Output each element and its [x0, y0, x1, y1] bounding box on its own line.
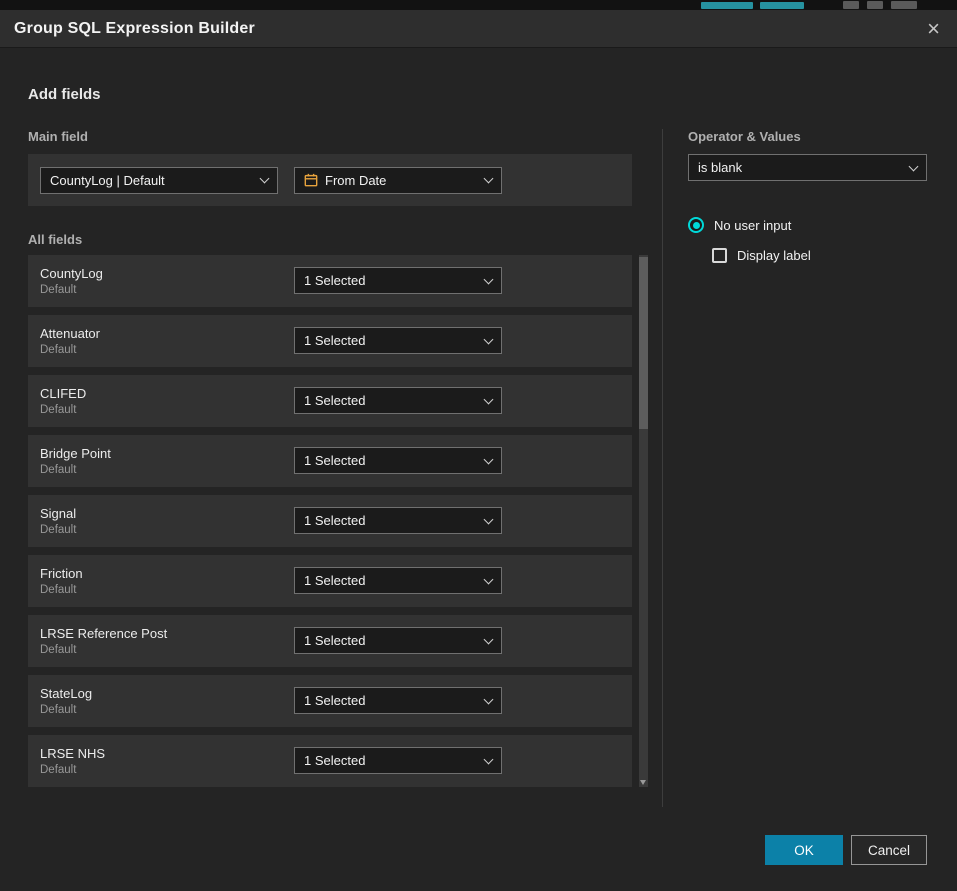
scrollbar-down-arrow-icon[interactable] — [640, 780, 646, 785]
layer-select-value: CountyLog | Default — [50, 173, 165, 188]
field-row: StateLog Default 1 Selected — [28, 675, 632, 727]
field-name: LRSE Reference Post — [40, 626, 167, 641]
field-selected-dropdown[interactable]: 1 Selected — [294, 267, 502, 294]
chevron-down-icon — [484, 574, 494, 584]
dialog-header: Group SQL Expression Builder × — [0, 10, 957, 48]
background-app-strip — [0, 0, 957, 10]
field-sublabel: Default — [40, 404, 86, 416]
field-name: Friction — [40, 566, 83, 581]
operator-values-column: Operator & Values is blank No user input… — [688, 129, 927, 807]
field-name: CountyLog — [40, 266, 103, 281]
checkbox-unchecked-icon — [712, 248, 727, 263]
field-name: CLIFED — [40, 386, 86, 401]
field-row: LRSE Reference Post Default 1 Selected — [28, 615, 632, 667]
close-button[interactable]: × — [925, 18, 942, 40]
chevron-down-icon — [909, 161, 919, 171]
field-row: Signal Default 1 Selected — [28, 495, 632, 547]
chevron-down-icon — [484, 334, 494, 344]
vertical-divider — [662, 129, 663, 807]
field-selected-dropdown[interactable]: 1 Selected — [294, 747, 502, 774]
field-row: Attenuator Default 1 Selected — [28, 315, 632, 367]
ok-button[interactable]: OK — [765, 835, 843, 865]
layer-select[interactable]: CountyLog | Default — [40, 167, 278, 194]
field-selected-value: 1 Selected — [304, 273, 365, 288]
background-fragment — [760, 2, 804, 9]
field-row: CLIFED Default 1 Selected — [28, 375, 632, 427]
field-selected-dropdown[interactable]: 1 Selected — [294, 507, 502, 534]
dialog-footer: OK Cancel — [765, 835, 927, 865]
field-row: Bridge Point Default 1 Selected — [28, 435, 632, 487]
chevron-down-icon — [484, 394, 494, 404]
field-sublabel: Default — [40, 284, 103, 296]
field-selected-value: 1 Selected — [304, 453, 365, 468]
field-name: Signal — [40, 506, 76, 521]
display-label-checkbox[interactable]: Display label — [712, 248, 927, 263]
background-fragment — [843, 1, 859, 9]
operator-select[interactable]: is blank — [688, 154, 927, 181]
operator-select-value: is blank — [698, 160, 742, 175]
field-name: Attenuator — [40, 326, 100, 341]
field-selected-value: 1 Selected — [304, 393, 365, 408]
dialog-title: Group SQL Expression Builder — [14, 20, 255, 38]
field-name: Bridge Point — [40, 446, 111, 461]
background-fragment — [701, 2, 753, 9]
field-sublabel: Default — [40, 764, 105, 776]
date-field-select[interactable]: From Date — [294, 167, 502, 194]
field-selected-value: 1 Selected — [304, 513, 365, 528]
chevron-down-icon — [484, 514, 494, 524]
chevron-down-icon — [484, 754, 494, 764]
field-selected-dropdown[interactable]: 1 Selected — [294, 327, 502, 354]
section-title: Add fields — [28, 86, 927, 103]
display-label-label: Display label — [737, 248, 811, 263]
field-sublabel: Default — [40, 704, 92, 716]
main-field-panel: CountyLog | Default From Date — [28, 154, 632, 206]
field-name: StateLog — [40, 686, 92, 701]
field-selected-value: 1 Selected — [304, 753, 365, 768]
field-sublabel: Default — [40, 584, 83, 596]
field-selected-dropdown[interactable]: 1 Selected — [294, 387, 502, 414]
field-selected-dropdown[interactable]: 1 Selected — [294, 687, 502, 714]
date-field-select-value: From Date — [325, 173, 386, 188]
operator-values-label: Operator & Values — [688, 129, 927, 144]
field-sublabel: Default — [40, 344, 100, 356]
dialog-body: Add fields Main field CountyLog | Defaul… — [0, 48, 957, 807]
field-sublabel: Default — [40, 524, 76, 536]
chevron-down-icon — [484, 274, 494, 284]
field-selected-value: 1 Selected — [304, 633, 365, 648]
group-sql-expression-builder-dialog: Group SQL Expression Builder × Add field… — [0, 10, 957, 891]
chevron-down-icon — [484, 694, 494, 704]
background-fragment — [891, 1, 917, 9]
field-selected-dropdown[interactable]: 1 Selected — [294, 447, 502, 474]
chevron-down-icon — [484, 454, 494, 464]
background-fragment — [867, 1, 883, 9]
field-sublabel: Default — [40, 464, 111, 476]
chevron-down-icon — [260, 174, 270, 184]
field-selected-value: 1 Selected — [304, 693, 365, 708]
main-field-label: Main field — [28, 129, 647, 144]
all-fields-label: All fields — [28, 232, 647, 247]
fields-column: Main field CountyLog | Default Fro — [28, 129, 647, 807]
field-row: Friction Default 1 Selected — [28, 555, 632, 607]
calendar-icon — [304, 173, 318, 187]
scrollbar-thumb[interactable] — [639, 257, 648, 429]
field-row: LRSE NHS Default 1 Selected — [28, 735, 632, 787]
field-selected-dropdown[interactable]: 1 Selected — [294, 627, 502, 654]
scrollbar[interactable] — [639, 255, 648, 787]
field-selected-dropdown[interactable]: 1 Selected — [294, 567, 502, 594]
chevron-down-icon — [484, 634, 494, 644]
close-icon: × — [927, 16, 940, 41]
cancel-button[interactable]: Cancel — [851, 835, 927, 865]
field-selected-value: 1 Selected — [304, 573, 365, 588]
field-row: CountyLog Default 1 Selected — [28, 255, 632, 307]
chevron-down-icon — [484, 174, 494, 184]
radio-selected-icon — [688, 217, 704, 233]
field-selected-value: 1 Selected — [304, 333, 365, 348]
no-user-input-label: No user input — [714, 218, 791, 233]
no-user-input-radio[interactable]: No user input — [688, 217, 927, 233]
field-name: LRSE NHS — [40, 746, 105, 761]
field-sublabel: Default — [40, 644, 167, 656]
all-fields-list: CountyLog Default 1 Selected Attenuator … — [28, 255, 632, 787]
